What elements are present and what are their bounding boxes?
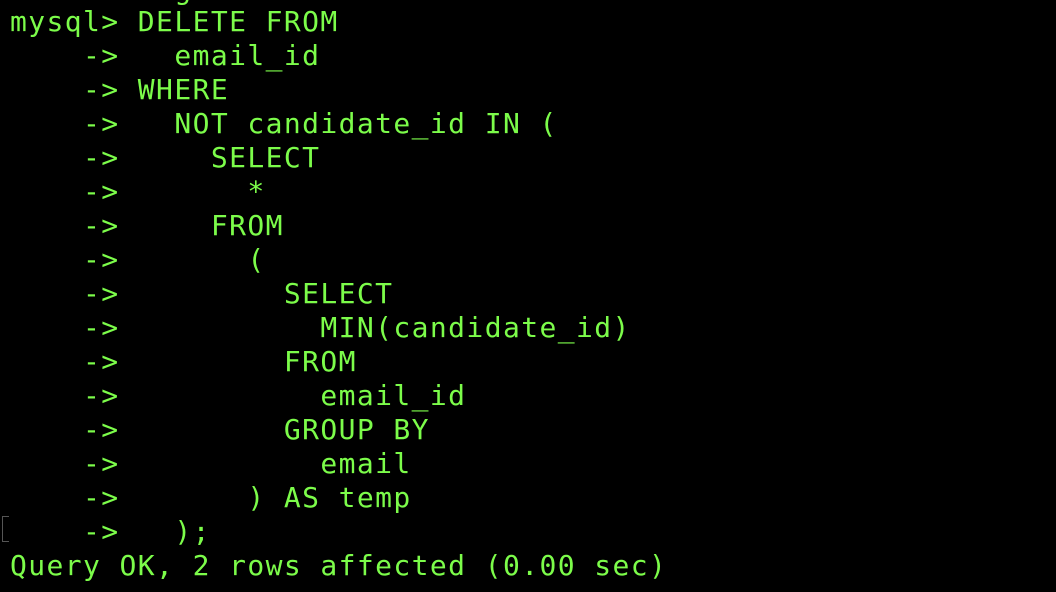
terminal-line-prompt: mysql> DELETE FROM	[10, 5, 339, 38]
terminal-line: -> FROM	[10, 345, 357, 378]
terminal-line: -> *	[10, 175, 266, 208]
terminal-line: -> (	[10, 243, 266, 276]
terminal-window[interactable]: g mysql> DELETE FROM -> email_id -> WHER…	[0, 0, 1056, 592]
terminal-line: -> FROM	[10, 209, 284, 242]
terminal-line: -> MIN(candidate_id)	[10, 311, 631, 344]
terminal-line: -> WHERE	[10, 73, 230, 106]
clipped-previous-line: g	[10, 0, 193, 7]
terminal-line: -> ) AS temp	[10, 481, 412, 514]
terminal-line: -> email_id	[10, 379, 467, 412]
terminal-line: -> );	[10, 515, 211, 548]
terminal-line: -> email	[10, 447, 412, 480]
terminal-line: -> SELECT	[10, 141, 321, 174]
terminal-line: -> SELECT	[10, 277, 394, 310]
query-result-line: Query OK, 2 rows affected (0.00 sec)	[10, 549, 668, 582]
terminal-line: -> NOT candidate_id IN (	[10, 107, 558, 140]
terminal-line: -> email_id	[10, 39, 321, 72]
selection-bracket-marker	[2, 516, 9, 542]
terminal-line: -> GROUP BY	[10, 413, 430, 446]
